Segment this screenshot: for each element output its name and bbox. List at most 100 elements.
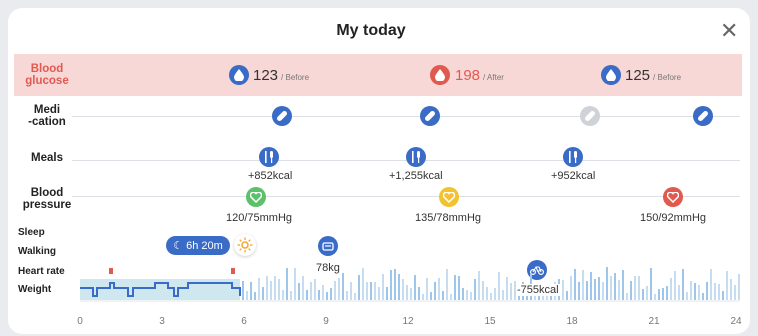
heart-rate-bar bbox=[654, 294, 656, 300]
heart-rate-bar bbox=[458, 276, 460, 300]
heart-rate-bar bbox=[338, 278, 340, 300]
heart-rate-bar bbox=[274, 276, 276, 300]
heart-rate-bar bbox=[262, 287, 264, 300]
heart-rate-bar bbox=[266, 276, 268, 300]
heart-rate-bar bbox=[634, 276, 636, 300]
heart-rate-bar bbox=[402, 279, 404, 300]
heart-rate-bar bbox=[294, 268, 296, 300]
heart-rate-bar bbox=[254, 292, 256, 300]
heart-rate-bar bbox=[618, 280, 620, 300]
heart-rate-bar bbox=[498, 272, 500, 300]
heart-rate-bar bbox=[306, 290, 308, 300]
heart-rate-bar bbox=[278, 279, 280, 300]
heart-rate-bar bbox=[450, 294, 452, 300]
heart-rate-bar bbox=[370, 282, 372, 300]
heart-rate-bar bbox=[642, 289, 644, 300]
heart-rate-bar bbox=[398, 274, 400, 300]
heart-rate-bar bbox=[442, 291, 444, 300]
heart-rate-bar bbox=[486, 287, 488, 300]
heart-rate-bar bbox=[666, 286, 668, 300]
heart-rate-bar bbox=[318, 290, 320, 300]
heart-rate-bar bbox=[410, 288, 412, 300]
heart-rate-bar bbox=[650, 268, 652, 300]
heart-rate-bar bbox=[430, 292, 432, 300]
heart-rate-bar bbox=[394, 269, 396, 300]
heart-rate-bar bbox=[474, 279, 476, 300]
x-tick: 3 bbox=[159, 316, 165, 327]
heart-rate-bar bbox=[378, 287, 380, 300]
heart-rate-bar bbox=[726, 271, 728, 300]
heart-rate-bar bbox=[406, 285, 408, 300]
heart-rate-bar bbox=[346, 291, 348, 300]
heart-rate-bar bbox=[478, 271, 480, 300]
heart-rate-bar bbox=[490, 293, 492, 300]
heart-rate-bar bbox=[310, 282, 312, 300]
x-tick: 24 bbox=[730, 316, 742, 327]
heart-rate-bar bbox=[366, 282, 368, 300]
exercise-kcal: -755kcal bbox=[516, 284, 560, 296]
x-tick: 12 bbox=[402, 316, 414, 327]
heart-rate-bar bbox=[594, 279, 596, 300]
heart-rate-bar bbox=[342, 273, 344, 300]
heart-rate-bar bbox=[426, 278, 428, 300]
heart-rate-bar bbox=[678, 285, 680, 300]
heart-rate-bar bbox=[570, 276, 572, 300]
heart-rate-bar bbox=[566, 291, 568, 300]
heart-rate-bar bbox=[674, 271, 676, 300]
heart-rate-bar bbox=[286, 268, 288, 300]
hr-spike bbox=[109, 268, 113, 274]
heart-rate-bar bbox=[502, 290, 504, 300]
hr-spike bbox=[231, 268, 235, 274]
heart-rate-bar bbox=[610, 276, 612, 300]
heart-rate-bar bbox=[350, 282, 352, 300]
heart-rate-bar bbox=[682, 269, 684, 300]
heart-rate-bar bbox=[622, 270, 624, 300]
heart-rate-bar bbox=[414, 275, 416, 300]
heart-rate-bar bbox=[702, 293, 704, 300]
heart-rate-bar bbox=[326, 292, 328, 300]
heart-rate-bar bbox=[706, 282, 708, 300]
heart-rate-bar bbox=[322, 285, 324, 300]
heart-rate-bar bbox=[686, 292, 688, 300]
heart-rate-bar bbox=[710, 269, 712, 300]
heart-rate-bar bbox=[734, 285, 736, 300]
heart-rate-bar bbox=[446, 269, 448, 300]
heart-rate-bar bbox=[282, 290, 284, 300]
heart-rate-bar bbox=[382, 274, 384, 300]
heart-rate-bar bbox=[698, 285, 700, 300]
heart-rate-bar bbox=[638, 276, 640, 300]
heart-rate-bar bbox=[314, 279, 316, 300]
heart-rate-bar bbox=[454, 275, 456, 300]
heart-rate-bar bbox=[722, 291, 724, 300]
heart-rate-bar bbox=[614, 273, 616, 300]
x-tick: 15 bbox=[484, 316, 496, 327]
heart-rate-bar bbox=[422, 294, 424, 300]
heart-rate-bar bbox=[626, 293, 628, 300]
heart-rate-bar bbox=[658, 289, 660, 300]
activity-chart bbox=[80, 267, 740, 302]
heart-rate-bar bbox=[302, 276, 304, 300]
heart-rate-bar bbox=[670, 278, 672, 300]
heart-rate-bar bbox=[362, 268, 364, 300]
heart-rate-bar bbox=[250, 282, 252, 300]
heart-rate-bar bbox=[598, 277, 600, 300]
heart-rate-bar bbox=[506, 277, 508, 300]
heart-rate-bar bbox=[418, 287, 420, 300]
heart-rate-bar bbox=[358, 275, 360, 300]
heart-rate-bar bbox=[270, 281, 272, 300]
heart-rate-bar bbox=[694, 283, 696, 300]
heart-rate-bar bbox=[510, 283, 512, 300]
heart-rate-bar bbox=[390, 270, 392, 300]
heart-rate-bar bbox=[646, 286, 648, 300]
x-tick: 0 bbox=[77, 316, 83, 327]
heart-rate-bar bbox=[434, 282, 436, 300]
heart-rate-bar bbox=[466, 290, 468, 300]
heart-rate-bar bbox=[574, 269, 576, 300]
x-tick: 18 bbox=[566, 316, 578, 327]
heart-rate-bar bbox=[470, 292, 472, 300]
heart-rate-bar bbox=[586, 281, 588, 300]
heart-rate-bar bbox=[374, 282, 376, 300]
heart-rate-bar bbox=[242, 281, 244, 300]
heart-rate-bar bbox=[330, 288, 332, 300]
heart-rate-bar bbox=[606, 267, 608, 300]
